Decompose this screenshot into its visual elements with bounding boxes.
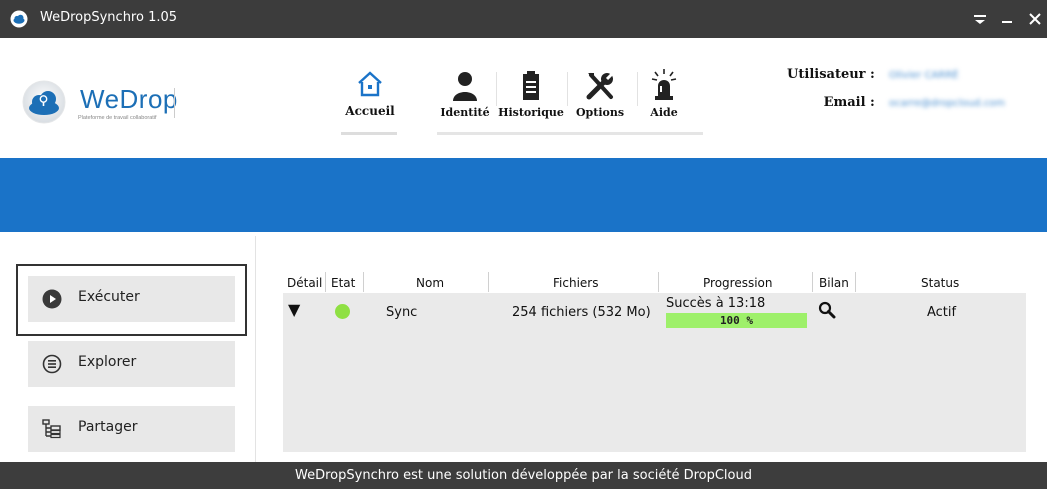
play-icon: [42, 289, 62, 309]
status-dot: [335, 304, 350, 319]
column-header-detail[interactable]: Détail: [287, 276, 322, 290]
tab-accueil-underline: [341, 132, 397, 135]
blue-banner: [0, 158, 1047, 232]
user-label: Utilisateur :: [787, 67, 875, 82]
close-button[interactable]: [1023, 6, 1047, 32]
row-status: Actif: [927, 305, 957, 320]
tab-aide-label: Aide: [650, 106, 678, 119]
home-icon: [358, 71, 382, 97]
footer-text: WeDropSynchro est une solution développé…: [295, 468, 752, 483]
user-row: Utilisateur : Olivier CARRÉ: [787, 65, 1017, 93]
app-logo-icon: [10, 10, 28, 28]
header: WeDrop Plateforme de travail collaborati…: [0, 38, 1047, 158]
tab-identite[interactable]: Identité: [437, 70, 493, 119]
nav-divider: [567, 72, 568, 106]
column-header-nom[interactable]: Nom: [416, 276, 444, 290]
email-row: Email : ocarre@dropcloud.com: [787, 93, 1017, 121]
app-window: WeDropSynchro 1.05 WeDrop Plateforme de …: [0, 0, 1047, 489]
user-icon: [453, 72, 477, 101]
progress-percent: 100 %: [719, 314, 754, 327]
magnifier-icon[interactable]: [818, 301, 836, 319]
share-label: Partager: [78, 419, 138, 435]
tab-aide[interactable]: Aide: [642, 68, 686, 119]
minimize-icon: [1002, 21, 1012, 23]
nav-divider: [637, 72, 638, 106]
tab-options-label: Options: [575, 106, 625, 119]
column-divider: [812, 272, 813, 292]
row-files: 254 fichiers (532 Mo): [512, 305, 651, 320]
tab-historique-label: Historique: [498, 106, 564, 119]
window-menu-button[interactable]: [968, 6, 992, 32]
email-value: ocarre@dropcloud.com: [889, 98, 1006, 109]
title-bar: WeDropSynchro 1.05: [0, 0, 1047, 38]
minimize-button[interactable]: [995, 6, 1019, 32]
explore-button[interactable]: Explorer: [28, 341, 235, 387]
tab-accueil[interactable]: Accueil: [338, 70, 402, 118]
brand-name: WeDrop: [80, 84, 178, 114]
brand-tagline: Plateforme de travail collaboratif: [78, 115, 157, 121]
column-divider: [325, 272, 326, 292]
logo-divider: [174, 88, 175, 118]
column-header-etat[interactable]: Etat: [331, 276, 355, 290]
close-icon: [1029, 13, 1041, 25]
execute-label: Exécuter: [78, 289, 140, 305]
row-progress-text: Succès à 13:18: [666, 296, 766, 311]
explore-label: Explorer: [78, 354, 137, 370]
tab-identite-label: Identité: [440, 106, 490, 119]
explore-icon: [42, 354, 62, 374]
column-divider: [658, 272, 659, 292]
column-header-status[interactable]: Status: [921, 276, 959, 290]
tab-options[interactable]: Options: [572, 70, 628, 119]
column-header-bilan[interactable]: Bilan: [819, 276, 849, 290]
tab-historique[interactable]: Historique: [498, 70, 564, 119]
column-header-fichiers[interactable]: Fichiers: [553, 276, 598, 290]
footer: WeDropSynchro est une solution développé…: [0, 462, 1047, 489]
share-button[interactable]: Partager: [28, 406, 235, 452]
user-value: Olivier CARRÉ: [889, 70, 959, 81]
brand-logo: WeDrop Plateforme de travail collaborati…: [18, 80, 178, 124]
email-label: Email :: [823, 95, 875, 110]
alarm-icon: [651, 69, 677, 100]
column-divider: [855, 272, 856, 292]
column-divider: [488, 272, 489, 292]
row-expand-toggle[interactable]: ▼: [288, 300, 300, 319]
clipboard-icon: [523, 71, 539, 100]
nav-underline-bar: [437, 132, 703, 135]
user-info: Utilisateur : Olivier CARRÉ Email : ocar…: [787, 65, 1017, 121]
tab-accueil-label: Accueil: [345, 104, 395, 118]
row-name: Sync: [386, 305, 418, 320]
progress-bar: 100 %: [666, 313, 807, 328]
cloud-logo-icon: [22, 80, 66, 124]
tree-icon: [42, 419, 61, 439]
nav-divider: [496, 72, 497, 106]
column-divider: [363, 272, 364, 292]
menu-icon: [974, 15, 986, 24]
window-title: WeDropSynchro 1.05: [40, 10, 178, 25]
tools-icon: [586, 71, 615, 100]
column-header-progression[interactable]: Progression: [703, 276, 773, 290]
execute-button[interactable]: Exécuter: [28, 276, 235, 322]
